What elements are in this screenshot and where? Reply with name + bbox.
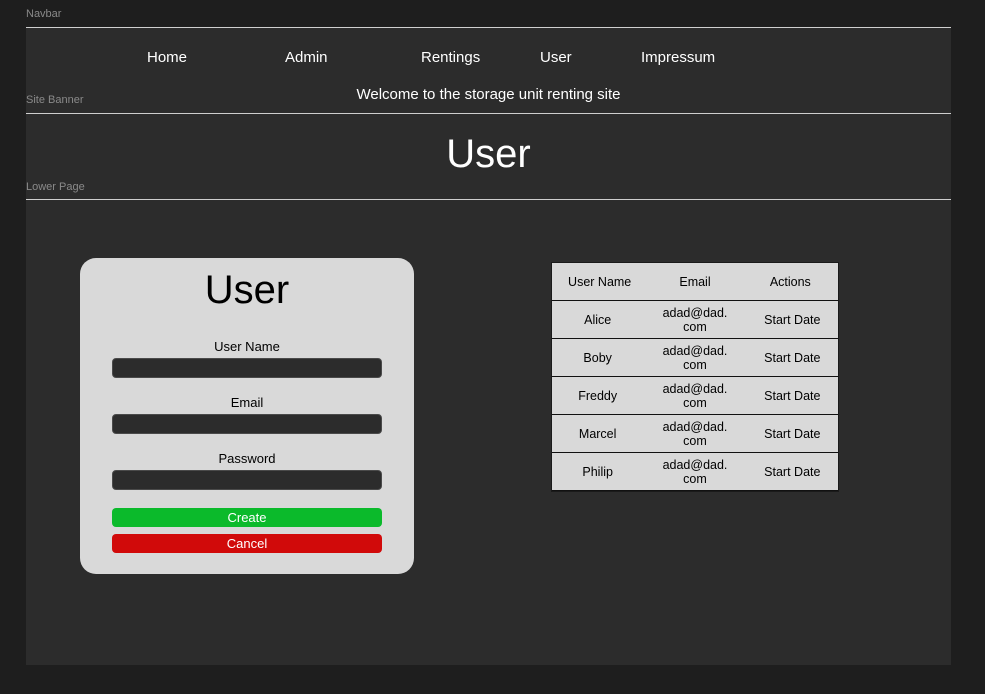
lower-page-divider [26, 199, 951, 200]
user-name-cell: Alice [584, 312, 612, 327]
email-cell: adad@dad. com [662, 419, 728, 448]
banner-divider [26, 113, 951, 114]
users-table: User Name Email Actions Alice adad@dad. … [551, 262, 839, 492]
table-header-row: User Name Email Actions [552, 263, 838, 301]
form-title: User [204, 268, 290, 312]
email-cell: adad@dad. com [662, 381, 728, 410]
password-label: Password [218, 451, 276, 466]
table-row: Marcel adad@dad. com Start Date [552, 415, 838, 453]
user-name-cell: Boby [583, 350, 612, 365]
nav-item-admin[interactable]: Admin [285, 49, 328, 66]
table-row: Boby adad@dad. com Start Date [552, 339, 838, 377]
cancel-button[interactable]: Cancel [112, 534, 382, 553]
username-input[interactable] [112, 358, 382, 378]
table-row: Philip adad@dad. com Start Date [552, 453, 838, 491]
column-header-user-name: User Name [568, 274, 632, 289]
start-date-action[interactable]: Start Date [747, 453, 838, 490]
email-cell: adad@dad. com [662, 457, 728, 486]
navbar-divider [26, 27, 951, 28]
user-name-cell: Philip [582, 464, 613, 479]
nav-item-impressum[interactable]: Impressum [641, 49, 715, 66]
nav-item-rentings[interactable]: Rentings [421, 49, 480, 66]
password-input[interactable] [112, 470, 382, 490]
nav-item-user[interactable]: User [540, 49, 572, 66]
user-name-cell: Freddy [578, 388, 618, 403]
user-name-cell: Marcel [578, 426, 617, 441]
start-date-action[interactable]: Start Date [747, 415, 838, 452]
start-date-action[interactable]: Start Date [747, 301, 838, 338]
table-row: Alice adad@dad. com Start Date [552, 301, 838, 339]
user-form-card: User User Name Email Password Create Can… [80, 258, 414, 574]
lower-page-frame-label: Lower Page [26, 181, 85, 193]
start-date-action[interactable]: Start Date [747, 377, 838, 414]
page-title: User [446, 132, 531, 176]
start-date-action[interactable]: Start Date [747, 339, 838, 376]
column-header-email: Email [679, 274, 711, 289]
email-label: Email [230, 395, 264, 410]
email-cell: adad@dad. com [662, 305, 728, 334]
nav-item-home[interactable]: Home [147, 49, 187, 66]
welcome-banner: Welcome to the storage unit renting site [356, 86, 621, 103]
email-cell: adad@dad. com [662, 343, 728, 372]
create-button[interactable]: Create [112, 508, 382, 527]
username-label: User Name [214, 339, 280, 354]
email-input[interactable] [112, 414, 382, 434]
table-row: Freddy adad@dad. com Start Date [552, 377, 838, 415]
column-header-actions: Actions [769, 274, 811, 289]
navbar-frame-label: Navbar [26, 8, 62, 20]
